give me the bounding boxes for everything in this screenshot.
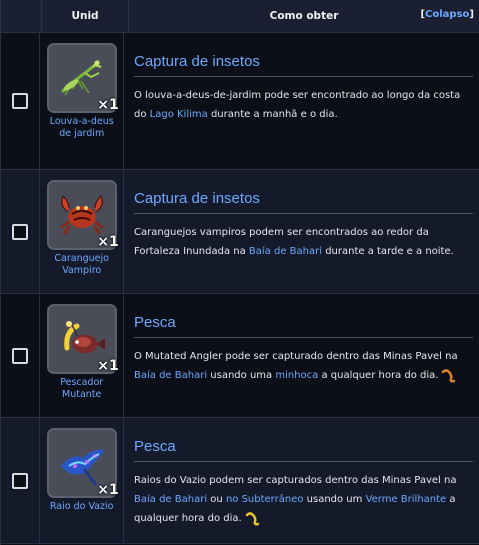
table-row: ×1 Pescador Mutante Pesca O Mutated Angl…	[1, 294, 479, 418]
item-cell: ×1 Pescador Mutante	[40, 294, 124, 417]
method-description: O louva-a-deus-de-jardim pode ser encont…	[134, 86, 473, 124]
method-description: Caranguejos vampiros podem ser encontrad…	[134, 223, 473, 261]
row-checkbox[interactable]	[12, 93, 29, 109]
item-icon-frame[interactable]: ×1	[46, 180, 119, 250]
table-row: ×1 Louva-a-deus de jardim Captura de ins…	[1, 33, 479, 170]
method-description: Raios do Vazio podem ser capturados dent…	[134, 471, 473, 528]
location-link[interactable]: Lago Kilima	[150, 109, 208, 120]
method-title: Pesca	[134, 438, 473, 462]
header-como-label: Como obter	[269, 10, 339, 22]
location-link[interactable]: Baía de Bahari	[134, 494, 207, 505]
method-title: Captura de insetos	[134, 53, 473, 77]
description-text: a qualquer hora do dia.	[318, 370, 439, 381]
description-text: Raios do Vazio podem ser capturados dent…	[134, 475, 457, 486]
collapse-toggle[interactable]: [Colapso]	[420, 9, 474, 20]
header-checkbox-column	[1, 0, 42, 32]
how-to-obtain-cell: Pesca O Mutated Angler pode ser capturad…	[124, 294, 479, 417]
item-icon-frame[interactable]: ×1	[46, 428, 119, 498]
item-quantity: ×1	[97, 234, 119, 250]
description-text: O Mutated Angler pode ser capturado dent…	[134, 351, 458, 362]
item-cell: ×1 Louva-a-deus de jardim	[40, 33, 124, 169]
description-text: ou	[207, 494, 226, 505]
item-icon-frame[interactable]: ×1	[46, 43, 119, 113]
collapse-link[interactable]: Colapso	[425, 9, 469, 20]
table-header: Unid Como obter [Colapso]	[1, 0, 479, 33]
description-text: durante a tarde e a noite.	[322, 246, 454, 257]
item-name[interactable]: Pescador Mutante	[47, 377, 117, 401]
how-to-obtain-cell: Captura de insetos O louva-a-deus-de-jar…	[124, 33, 479, 169]
location-link[interactable]: Verme Brilhante	[366, 494, 447, 505]
header-unid: Unid	[42, 0, 129, 32]
item-quantity: ×1	[97, 97, 119, 113]
glow-worm-icon	[245, 512, 259, 526]
row-check-cell	[1, 170, 41, 293]
location-link[interactable]: no Subterrâneo	[226, 494, 304, 505]
location-link[interactable]: minhoca	[275, 370, 318, 381]
item-icon-frame[interactable]: ×1	[46, 304, 119, 374]
method-title: Captura de insetos	[134, 190, 473, 214]
header-como-obter: Como obter [Colapso]	[129, 0, 479, 32]
location-link[interactable]: Baía de Bahari	[134, 370, 207, 381]
how-to-obtain-cell: Pesca Raios do Vazio podem ser capturado…	[124, 418, 479, 543]
table-row: ×1 Raio do Vazio Pesca Raios do Vazio po…	[1, 418, 479, 544]
location-link[interactable]: Baía de Bahari	[249, 246, 322, 257]
item-name[interactable]: Caranguejo Vampiro	[47, 253, 117, 277]
item-name[interactable]: Louva-a-deus de jardim	[47, 116, 117, 140]
item-name[interactable]: Raio do Vazio	[47, 501, 117, 513]
item-table: Unid Como obter [Colapso] ×1 Louva-a-deu…	[0, 0, 479, 545]
row-checkbox[interactable]	[12, 223, 29, 240]
table-row: ×1 Caranguejo Vampiro Captura de insetos…	[1, 170, 479, 294]
how-to-obtain-cell: Captura de insetos Caranguejos vampiros …	[124, 170, 479, 293]
item-cell: ×1 Caranguejo Vampiro	[40, 170, 124, 293]
row-check-cell	[1, 33, 41, 169]
row-check-cell	[1, 294, 41, 417]
method-title: Pesca	[134, 314, 473, 338]
item-quantity: ×1	[97, 482, 119, 498]
item-quantity: ×1	[97, 358, 119, 374]
description-text: durante a manhã e o dia.	[207, 109, 338, 120]
row-checkbox[interactable]	[12, 472, 29, 489]
row-checkbox[interactable]	[12, 347, 29, 364]
item-cell: ×1 Raio do Vazio	[40, 418, 124, 543]
row-check-cell	[1, 418, 41, 543]
method-description: O Mutated Angler pode ser capturado dent…	[134, 347, 473, 385]
description-text: usando um	[303, 494, 366, 505]
worm-icon	[442, 369, 456, 383]
description-text: usando uma	[207, 370, 276, 381]
